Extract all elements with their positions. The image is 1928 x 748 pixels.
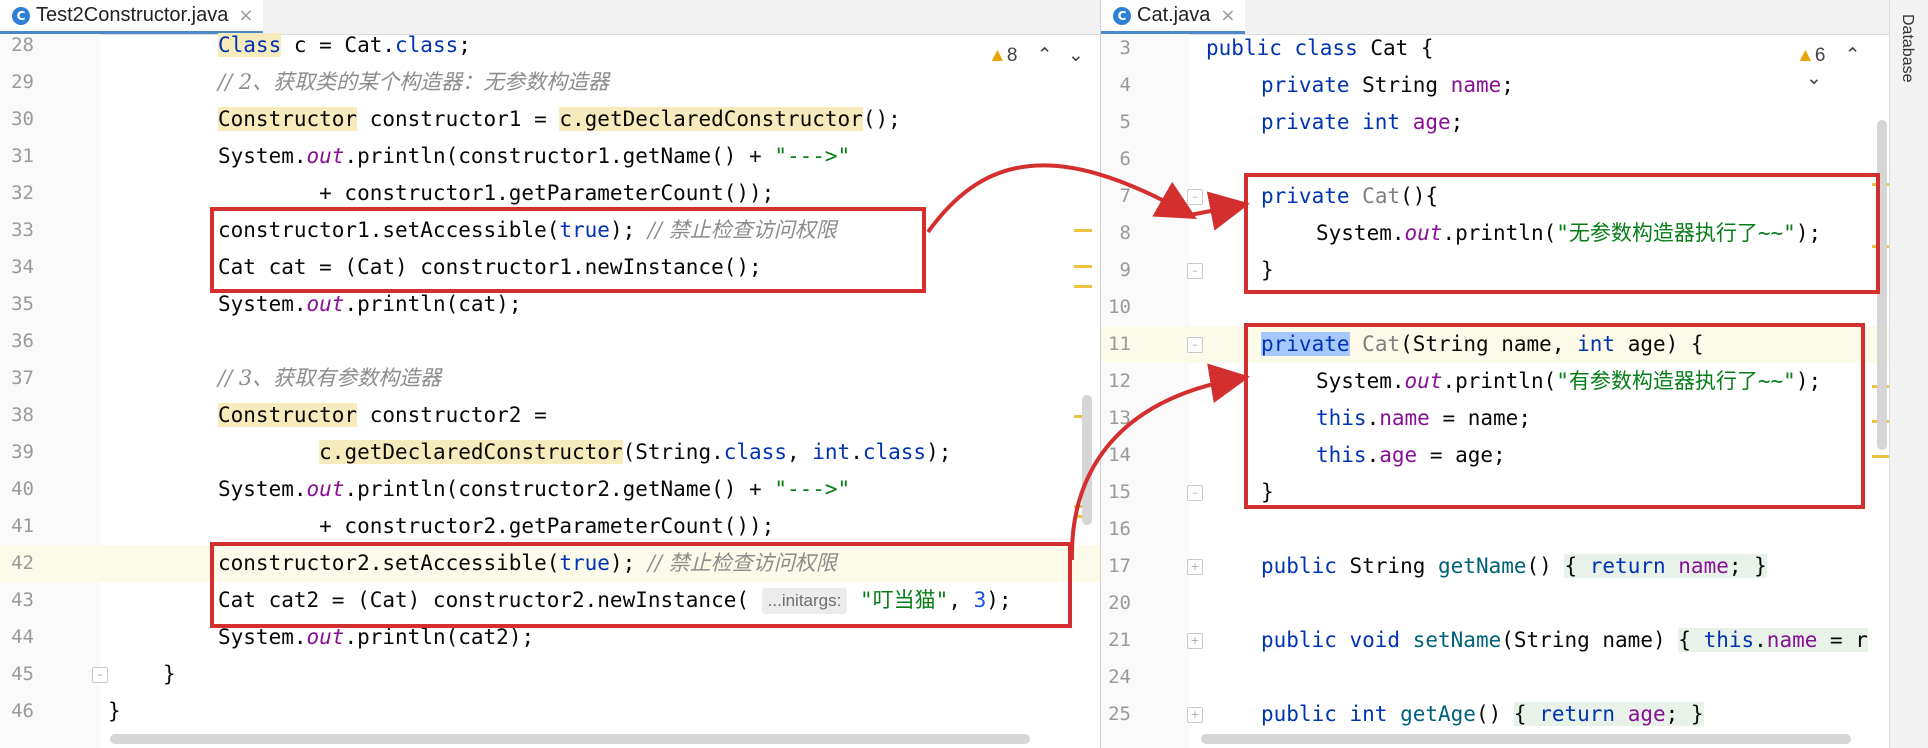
code-line: 17 + public String getName() { return na… [1108,554,1767,578]
right-editor-pane: C Cat.java × ▲6 ⌃ ⌄ 3 public class Cat {… [1101,0,1889,748]
close-icon[interactable]: × [1220,5,1235,26]
code-line: 20 [1108,592,1131,614]
code-line: 25 + public int getAge() { return age; } [1108,702,1704,726]
code-line: 30 Constructor constructor1 = c.getDecla… [11,107,901,131]
tab-cat-java[interactable]: C Cat.java × [1101,0,1246,34]
java-class-icon: C [1113,6,1131,25]
left-editor-pane: C Test2Constructor.java × ▲8 ⌃ ⌄ 28 Clas… [0,0,1101,748]
warning-marker[interactable] [1074,285,1092,288]
fold-icon[interactable]: – [1187,485,1203,501]
code-line: 3 public class Cat { [1119,36,1434,60]
code-line: 46 } [11,699,121,723]
fold-icon[interactable]: – [92,667,108,683]
code-line: 41 + constructor2.getParameterCount()); [11,514,775,538]
code-line: 28 Class c = Cat.class; [11,33,471,57]
expand-icon[interactable]: + [1187,559,1203,575]
code-line: 24 [1108,666,1131,688]
code-line: 37 // 3、获取有参数构造器 [11,366,442,390]
code-line: 36 [11,330,34,352]
expand-icon[interactable]: + [1187,633,1203,649]
fold-icon[interactable]: – [1187,263,1203,279]
tab-label: Test2Constructor.java [36,4,229,26]
tab-label: Cat.java [1137,4,1211,26]
warning-marker[interactable] [1074,229,1092,232]
fold-icon[interactable]: – [1187,337,1203,353]
database-tool-strip[interactable]: Database [1889,0,1928,748]
highlight-box-setaccessible-1 [210,207,926,293]
vertical-scrollbar[interactable] [1082,395,1092,525]
warning-marker[interactable] [1872,455,1889,458]
code-line: 5 private int age; [1119,110,1464,134]
highlight-box-no-arg-constructor [1244,173,1880,294]
highlight-box-arg-constructor [1244,323,1865,509]
code-line: 10 [1108,296,1131,318]
code-line: 4 private String name; [1119,73,1514,97]
expand-icon[interactable]: + [1187,707,1203,723]
code-line: 21 + public void setName(String name) { … [1108,628,1868,652]
code-line: 38 Constructor constructor2 = [11,403,547,427]
fold-icon[interactable]: – [1187,189,1203,205]
code-line: 16 [1108,518,1131,540]
warning-marker[interactable] [1074,265,1092,268]
code-line: 31 System.out.println(constructor1.getNa… [11,144,851,168]
code-line: 45 – } [11,662,176,686]
java-class-icon: C [12,6,30,25]
horizontal-scrollbar[interactable] [110,734,1030,744]
code-line: 39 c.getDeclaredConstructor(String.class… [11,440,952,464]
horizontal-scrollbar[interactable] [1201,734,1851,744]
code-line: 29 // 2、获取类的某个构造器：无参数构造器 [11,70,610,94]
close-icon[interactable]: × [238,5,253,26]
database-tool-label[interactable]: Database [1898,14,1916,83]
highlight-box-setaccessible-2 [210,542,1072,628]
code-line: 40 System.out.println(constructor2.getNa… [11,477,851,501]
